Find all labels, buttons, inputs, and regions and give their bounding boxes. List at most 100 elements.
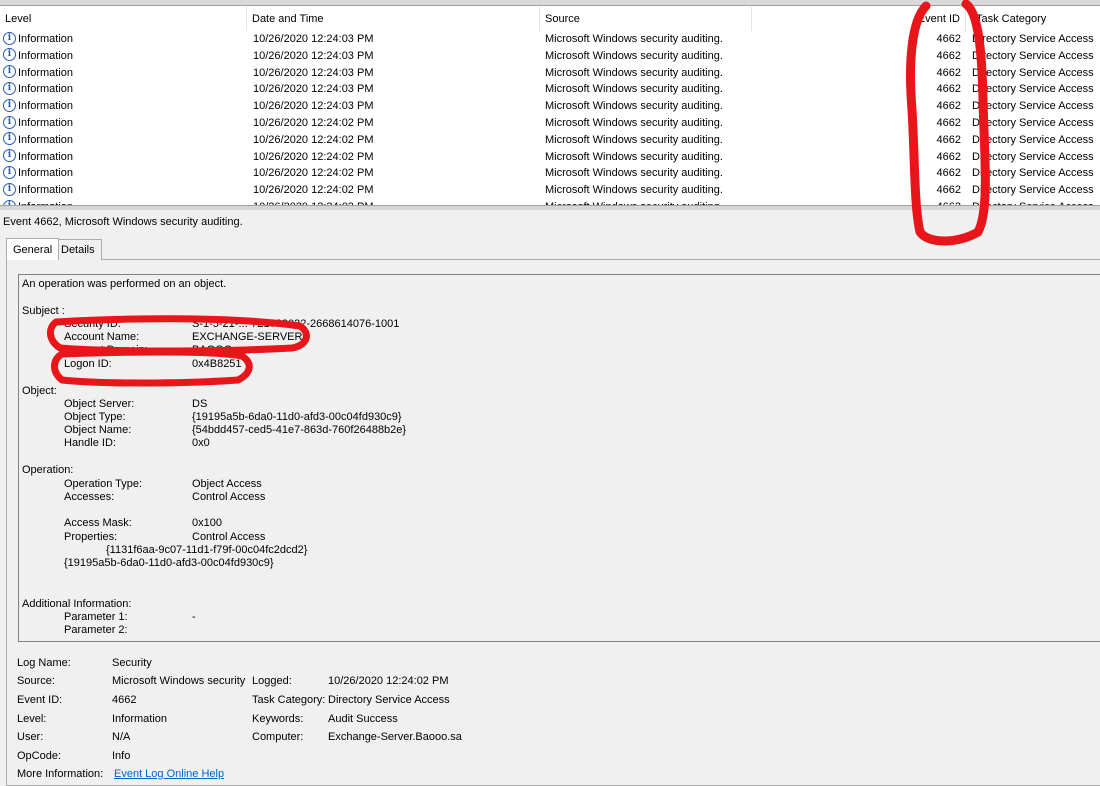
table-row[interactable]: iInformation 10/26/2020 12:24:02 PM Micros… [0, 115, 1100, 132]
level-text: Information [18, 133, 74, 146]
table-row[interactable]: iInformation 10/26/2020 12:24:02 PM Micros… [0, 182, 1100, 199]
level-text: Information [18, 83, 74, 96]
column-header-task-category[interactable]: Task Category [966, 7, 1100, 31]
date-cell: 10/26/2020 12:24:02 PM [253, 184, 374, 197]
table-row[interactable]: i Information 10/26/2020 12:24:03 PM Micros… [0, 81, 1100, 98]
table-row[interactable]: iInformation 10/26/2020 12:24:02 PM Micros… [0, 132, 1100, 149]
info-icon: i [3, 65, 16, 79]
source-label: Source: [17, 675, 55, 687]
task-category-cell: Directory Service Access [972, 133, 1094, 146]
event-rows: i Information 10/26/2020 12:24:03 PM Micros… [0, 31, 1100, 205]
level-cell: iInformation [3, 182, 243, 199]
table-row[interactable]: iInformation 10/26/2020 12:24:02 PM Micros… [0, 165, 1100, 182]
subject-header: Subject : [22, 305, 65, 317]
parameter-2-label: Parameter 2: [64, 624, 128, 636]
more-info-label: More Information: [17, 768, 104, 780]
operation-type-value: Object Access [192, 478, 262, 490]
task-category-cell: Directory Service Access [972, 33, 1094, 45]
task-category-cell: Directory Service Access [972, 150, 1094, 163]
event-id-cell: 4662 [936, 83, 961, 96]
parameter-1-value: - [192, 611, 196, 623]
column-header-source[interactable]: Source [540, 7, 752, 31]
tab-details[interactable]: Details [54, 239, 102, 260]
table-row[interactable]: i Information 10/26/2020 12:24:03 PM Micros… [0, 98, 1100, 115]
user-value: N/A [112, 731, 131, 743]
accesses-value: Control Access [192, 491, 266, 503]
object-type-value: {19195a5b-6da0-11d0-afd3-00c04fd930c9} [192, 411, 402, 423]
level-text: Information [18, 33, 74, 45]
info-icon: i [3, 48, 16, 62]
event-id-cell: 4662 [936, 49, 961, 62]
security-id-value: S-1-5-21-...-721783032-2668614076-1001 [192, 318, 400, 330]
logged-label: Logged: [252, 675, 292, 687]
table-row[interactable]: iInformation 10/26/2020 12:24:02 PM Micros… [0, 149, 1100, 166]
task-category-cell: Directory Service Access [972, 184, 1094, 197]
source-cell: Microsoft Windows security auditing. [545, 33, 723, 45]
date-cell: 10/26/2020 12:24:02 PM [253, 150, 374, 163]
info-icon: i [3, 149, 16, 163]
source-cell: Microsoft Windows security auditing. [545, 167, 723, 180]
date-cell: 10/26/2020 12:24:02 PM [253, 116, 374, 129]
table-row[interactable]: i Information 10/26/2020 12:24:03 PM Micros… [0, 31, 1100, 48]
object-server-value: DS [192, 398, 208, 410]
pane-splitter[interactable] [0, 205, 1100, 210]
handle-id-value: 0x0 [192, 437, 210, 449]
table-row[interactable]: i Information 10/26/2020 12:24:03 PM Micros… [0, 48, 1100, 65]
info-icon: i [3, 98, 16, 112]
computer-label: Computer: [252, 731, 304, 743]
date-cell: 10/26/2020 12:24:02 PM [253, 133, 374, 146]
object-name-label: Object Name: [64, 424, 132, 436]
level-text: Information [18, 184, 74, 197]
handle-id-label: Handle ID: [64, 437, 116, 449]
tab-general[interactable]: General [6, 238, 60, 260]
event-id-cell: 4662 [936, 167, 961, 180]
info-icon: i [3, 165, 16, 179]
event-message-box[interactable] [18, 274, 1100, 642]
level-cell: iInformation [3, 48, 243, 65]
opcode-value: Info [112, 750, 131, 762]
event-log-online-help-link[interactable]: Event Log Online Help [114, 768, 224, 780]
object-header: Object: [22, 385, 57, 397]
parameter-1-label: Parameter 1: [64, 611, 128, 623]
account-domain-label: Account Domain: [64, 344, 148, 356]
column-header-date[interactable]: Date and Time [247, 7, 540, 31]
event-id-cell: 4662 [936, 184, 961, 197]
date-cell: 10/26/2020 12:24:03 PM [253, 33, 374, 45]
level-cell: iInformation [3, 65, 243, 82]
source-cell: Microsoft Windows security auditing. [545, 133, 723, 146]
level-value: Information [112, 713, 168, 725]
event-id-cell: 4662 [936, 133, 961, 146]
message-intro: An operation was performed on an object. [22, 278, 227, 290]
account-name-value: EXCHANGE-SERVER$ [192, 331, 309, 343]
level-cell: iInformation [3, 98, 243, 115]
info-icon: i [3, 132, 16, 146]
source-cell: Microsoft Windows security auditing. [545, 150, 723, 163]
object-name-value: {54bdd457-ced5-41e7-863d-760f26488b2e} [192, 424, 407, 436]
task-category-value: Directory Service Access [328, 694, 450, 706]
operation-type-label: Operation Type: [64, 478, 143, 490]
properties-value: Control Access [192, 531, 266, 543]
list-top-border [0, 0, 1100, 6]
level-text: Information [18, 66, 74, 79]
info-icon: i [3, 115, 16, 129]
level-cell: iInformation [3, 31, 243, 48]
event-list: Level Date and Time Source Event ID Task… [0, 0, 1100, 205]
source-cell: Microsoft Windows security auditing. [545, 100, 723, 113]
info-icon: i [3, 81, 16, 95]
opcode-label: OpCode: [17, 750, 62, 762]
column-header-level[interactable]: Level [0, 7, 247, 31]
logged-value: 10/26/2020 12:24:02 PM [328, 675, 449, 687]
additional-info-header: Additional Information: [22, 598, 132, 610]
table-row[interactable]: i Information 10/26/2020 12:24:03 PM Micros… [0, 65, 1100, 82]
list-header: Level Date and Time Source Event ID Task… [0, 7, 1100, 31]
account-domain-value: BAOOO [192, 344, 233, 356]
column-header-event-id[interactable]: Event ID [752, 7, 966, 31]
level-text: Information [18, 167, 74, 180]
source-cell: Microsoft Windows security auditing. [545, 66, 723, 79]
keywords-label: Keywords: [252, 713, 304, 725]
level-text: Information [18, 49, 74, 62]
date-cell: 10/26/2020 12:24:03 PM [253, 100, 374, 113]
keywords-value: Audit Success [328, 713, 398, 725]
level-cell: iInformation [3, 115, 243, 132]
level-cell: iInformation [3, 149, 243, 166]
